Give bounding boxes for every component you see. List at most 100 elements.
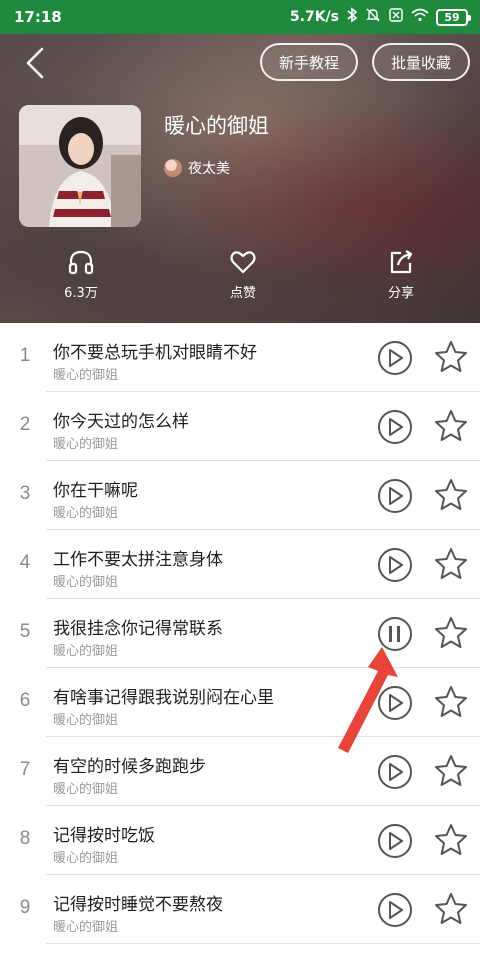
- track-row[interactable]: 6 有啥事记得跟我说别闷在心里 暖心的御姐: [0, 668, 480, 737]
- favorite-star-button[interactable]: [433, 615, 469, 651]
- play-button[interactable]: [378, 686, 412, 720]
- track-row[interactable]: 3 你在干嘛呢 暖心的御姐: [0, 461, 480, 530]
- star-icon: [435, 479, 467, 510]
- track-list: 1 你不要总玩手机对眼睛不好 暖心的御姐 2 你今天过的怎么样 暖心的御姐 3 …: [0, 323, 480, 960]
- track-number: 8: [19, 828, 31, 849]
- track-row[interactable]: 8 记得按时吃饭 暖心的御姐: [0, 806, 480, 875]
- status-bar: 17:18 5.7K/s 59: [0, 0, 480, 34]
- track-number: 4: [19, 552, 31, 573]
- battery-icon: 59: [436, 8, 471, 26]
- track-title: 记得按时吃饭: [53, 826, 155, 846]
- play-button[interactable]: [378, 824, 412, 858]
- play-icon: [389, 901, 403, 919]
- album-header: 新手教程 批量收藏 暖心的御姐 夜太美 6.3万 点赞 分享: [0, 34, 480, 323]
- track-title: 工作不要太拼注意身体: [53, 550, 223, 570]
- track-number: 2: [19, 414, 31, 435]
- author-name: 夜太美: [188, 161, 230, 177]
- play-icon: [389, 694, 403, 712]
- heart-icon: [230, 251, 256, 274]
- track-row[interactable]: 5 我很挂念你记得常联系 暖心的御姐: [0, 599, 480, 668]
- track-subtitle: 暖心的御姐: [53, 920, 119, 935]
- star-icon: [435, 341, 467, 372]
- network-speed: 5.7K/s: [289, 9, 339, 25]
- track-number: 3: [19, 483, 31, 504]
- favorite-star-button[interactable]: [433, 546, 469, 582]
- play-button[interactable]: [378, 893, 412, 927]
- star-icon: [435, 824, 467, 855]
- play-icon: [389, 349, 403, 367]
- share-label: 分享: [387, 286, 414, 301]
- track-title: 我很挂念你记得常联系: [53, 619, 223, 639]
- star-icon: [435, 617, 467, 648]
- track-subtitle: 暖心的御姐: [53, 782, 119, 797]
- track-row[interactable]: 7 有空的时候多跑跑步 暖心的御姐: [0, 737, 480, 806]
- pause-button[interactable]: [378, 617, 412, 651]
- status-time: 17:18: [14, 8, 62, 26]
- play-button[interactable]: [378, 410, 412, 444]
- track-subtitle: 暖心的御姐: [53, 506, 119, 521]
- back-button[interactable]: [18, 46, 52, 80]
- play-button[interactable]: [378, 755, 412, 789]
- play-icon: [389, 418, 403, 436]
- track-title: 你在干嘛呢: [53, 481, 138, 501]
- favorite-star-button[interactable]: [433, 822, 469, 858]
- track-subtitle: 暖心的御姐: [53, 851, 119, 866]
- track-row[interactable]: 1 你不要总玩手机对眼睛不好 暖心的御姐: [0, 323, 480, 392]
- track-title: 你今天过的怎么样: [53, 412, 189, 432]
- track-title: 记得按时睡觉不要熬夜: [53, 895, 223, 915]
- track-number: 5: [19, 621, 31, 642]
- track-number: 9: [19, 897, 31, 918]
- favorite-star-button[interactable]: [433, 891, 469, 927]
- track-title: 有空的时候多跑跑步: [53, 757, 206, 777]
- track-number: 7: [19, 759, 31, 780]
- star-icon: [435, 755, 467, 786]
- track-subtitle: 暖心的御姐: [53, 437, 119, 452]
- play-button[interactable]: [378, 548, 412, 582]
- track-number: 1: [19, 345, 31, 366]
- share-icon: [390, 250, 413, 274]
- play-count: 6.3万: [41, 248, 121, 301]
- play-icon: [389, 556, 403, 574]
- status-icons: 5.7K/s 59: [289, 7, 471, 27]
- track-subtitle: 暖心的御姐: [53, 644, 119, 659]
- favorite-star-button[interactable]: [433, 684, 469, 720]
- star-icon: [435, 686, 467, 717]
- favorite-star-button[interactable]: [433, 339, 469, 375]
- bluetooth-icon: [346, 7, 358, 27]
- star-icon: [435, 893, 467, 924]
- play-button[interactable]: [378, 479, 412, 513]
- album-cover[interactable]: [19, 105, 141, 227]
- star-icon: [435, 548, 467, 579]
- album-author[interactable]: 夜太美: [164, 158, 230, 178]
- favorite-star-button[interactable]: [433, 477, 469, 513]
- pause-icon: [389, 626, 400, 642]
- sim-off-icon: [388, 7, 404, 27]
- track-row[interactable]: 2 你今天过的怎么样 暖心的御姐: [0, 392, 480, 461]
- mute-bell-icon: [365, 7, 381, 27]
- share-button[interactable]: 分享: [361, 248, 441, 301]
- track-subtitle: 暖心的御姐: [53, 713, 119, 728]
- favorite-star-button[interactable]: [433, 408, 469, 444]
- author-avatar: [164, 159, 182, 177]
- play-icon: [389, 832, 403, 850]
- track-number: 6: [19, 690, 31, 711]
- favorite-star-button[interactable]: [433, 753, 469, 789]
- back-arrow-icon: [26, 47, 44, 79]
- album-title: 暖心的御姐: [164, 114, 269, 138]
- play-icon: [389, 763, 403, 781]
- like-label: 点赞: [229, 286, 256, 301]
- track-row[interactable]: 4 工作不要太拼注意身体 暖心的御姐: [0, 530, 480, 599]
- star-icon: [435, 410, 467, 441]
- track-title: 你不要总玩手机对眼睛不好: [53, 343, 257, 363]
- tutorial-button[interactable]: 新手教程: [260, 43, 358, 81]
- track-title: 有啥事记得跟我说别闷在心里: [53, 688, 274, 708]
- wifi-icon: [411, 8, 429, 26]
- batch-collect-button[interactable]: 批量收藏: [372, 43, 470, 81]
- headphones-icon: [68, 250, 94, 275]
- play-count-value: 6.3万: [64, 286, 98, 301]
- play-button[interactable]: [378, 341, 412, 375]
- track-row[interactable]: 9 记得按时睡觉不要熬夜 暖心的御姐: [0, 875, 480, 944]
- like-button[interactable]: 点赞: [203, 248, 283, 301]
- track-subtitle: 暖心的御姐: [53, 368, 119, 383]
- play-icon: [389, 487, 403, 505]
